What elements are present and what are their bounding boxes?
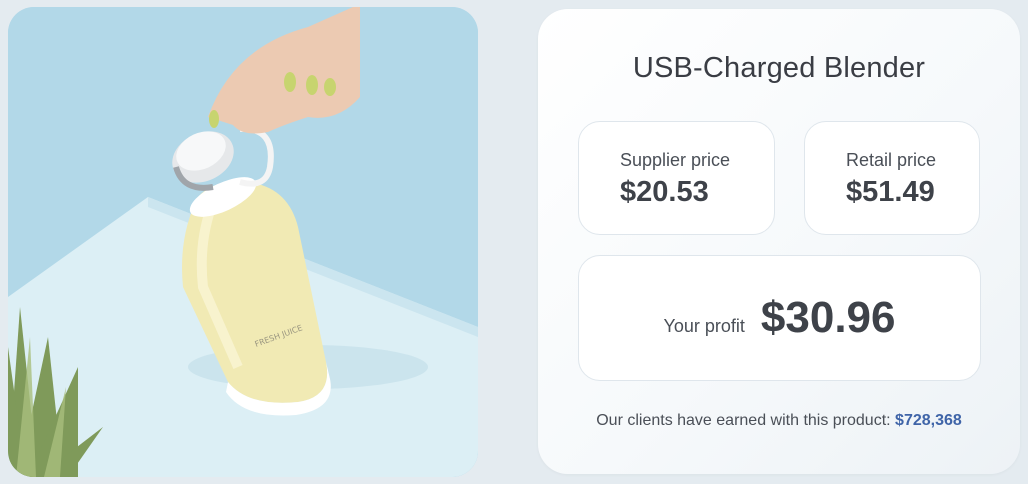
profit-box: Your profit $30.96 — [578, 255, 981, 381]
blender-image: FRESH JUICE — [8, 7, 478, 477]
supplier-price-label: Supplier price — [620, 150, 731, 170]
product-title: USB-Charged Blender — [632, 52, 926, 84]
earnings-text: Our clients have earned with this produc… — [596, 412, 891, 429]
supplier-price-box: Supplier price $20.53 — [578, 121, 775, 235]
profit-label: Your profit — [663, 315, 745, 336]
profit-value: $30.96 — [760, 293, 896, 342]
retail-price-box: Retail price $51.49 — [804, 121, 980, 235]
product-photo: FRESH JUICE — [8, 7, 478, 477]
earnings-amount: $728,368 — [895, 412, 962, 429]
supplier-price-value: $20.53 — [620, 176, 709, 208]
earnings-line: Our clients have earned with this produc… — [538, 412, 1020, 430]
product-card: USB-Charged Blender Supplier price $20.5… — [538, 9, 1020, 474]
profit-row: Your profit $30.96 — [579, 256, 980, 380]
retail-price-value: $51.49 — [846, 176, 935, 208]
retail-price-label: Retail price — [846, 150, 937, 170]
